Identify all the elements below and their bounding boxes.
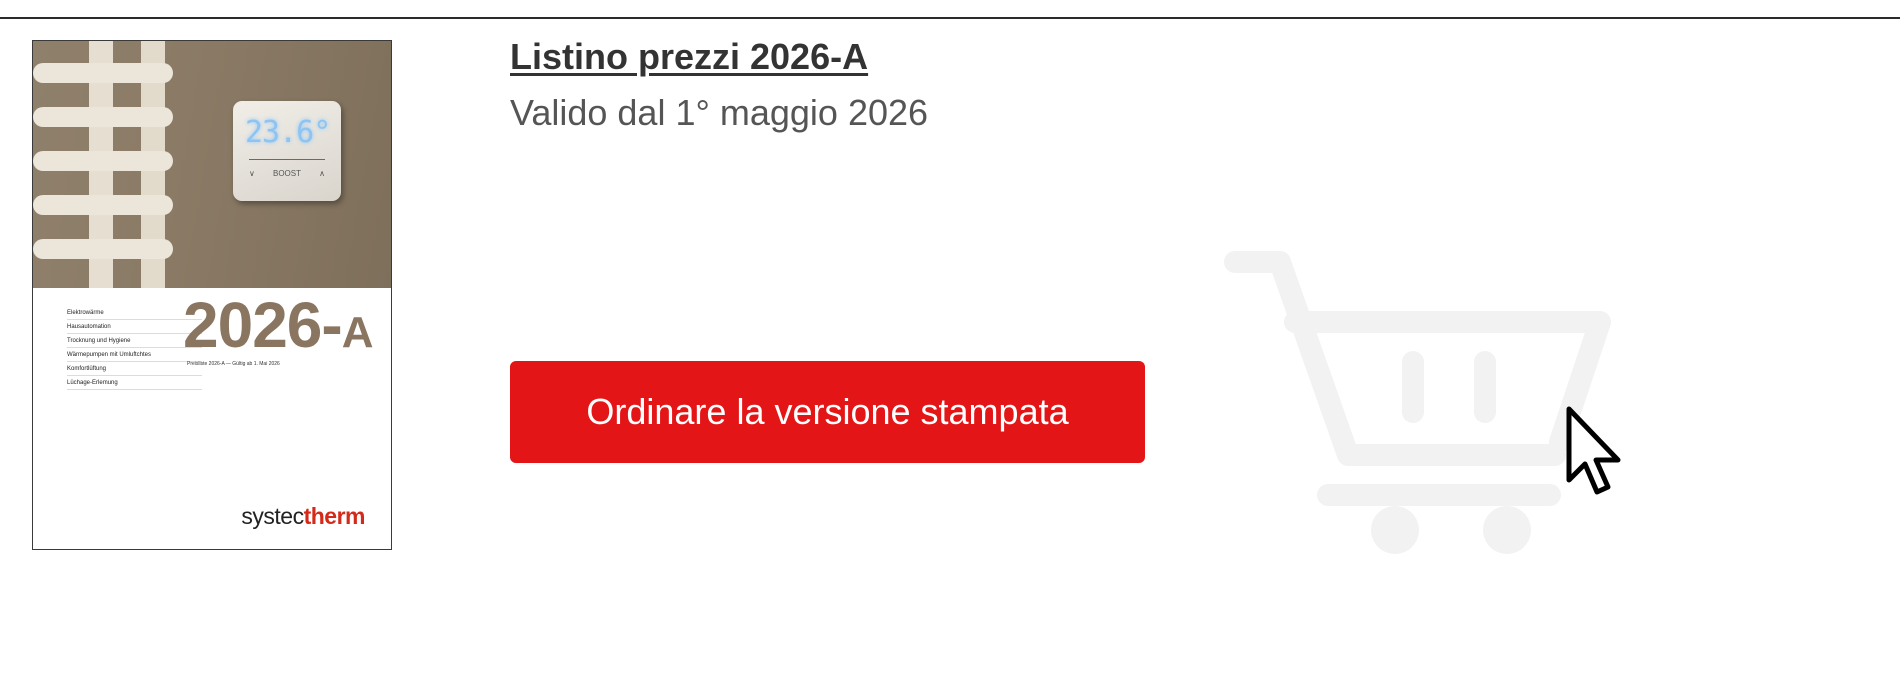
cover-nav-item: Wärmepumpen mit Umluftchtes: [67, 348, 202, 362]
cover-nav-item: Hausautomation: [67, 320, 202, 334]
order-printed-version-button[interactable]: Ordinare la versione stampata: [510, 361, 1145, 463]
catalog-cover-image[interactable]: 23.6° ∨ BOOST ∧ Elektrowärme Hausautomat…: [32, 40, 392, 550]
cover-nav-item: Komfortlüftung: [67, 362, 202, 376]
price-list-title-link[interactable]: Listino prezzi 2026-A: [510, 36, 868, 78]
thermostat-divider: [249, 159, 325, 160]
cover-year: 2026-: [183, 289, 343, 361]
brand-logo: systectherm: [241, 503, 365, 530]
cover-nav-item: Elektrowärme: [67, 306, 202, 320]
cover-photo: 23.6° ∨ BOOST ∧: [33, 41, 391, 288]
brand-logo-prefix: systec: [241, 503, 304, 529]
thermostat-boost-label: BOOST: [272, 169, 301, 178]
cover-year-title: 2026-A: [183, 293, 374, 357]
cover-nav-item: Trocknung und Hygiene: [67, 334, 202, 348]
order-button-label: Ordinare la versione stampata: [586, 391, 1069, 432]
cover-subtitle: Preisliste 2026-A — Gültig ab 1. Mai 202…: [187, 361, 280, 367]
cover-nav-item: Lüchage-Erlemung: [67, 376, 202, 390]
valid-from-text: Valido dal 1° maggio 2026: [510, 92, 929, 133]
cover-year-suffix: A: [341, 308, 374, 357]
cover-nav-list: Elektrowärme Hausautomation Trocknung un…: [67, 306, 202, 390]
brand-logo-accent: therm: [303, 503, 366, 529]
thermostat: 23.6° ∨ BOOST ∧: [233, 101, 341, 201]
thermostat-controls: ∨ BOOST ∧: [249, 169, 325, 178]
thermostat-display: 23.6°: [245, 115, 331, 150]
chevron-up-icon: ∧: [319, 169, 325, 178]
chevron-down-icon: ∨: [249, 169, 255, 178]
mouse-pointer-icon: [1566, 406, 1621, 495]
top-divider: [0, 17, 1900, 19]
